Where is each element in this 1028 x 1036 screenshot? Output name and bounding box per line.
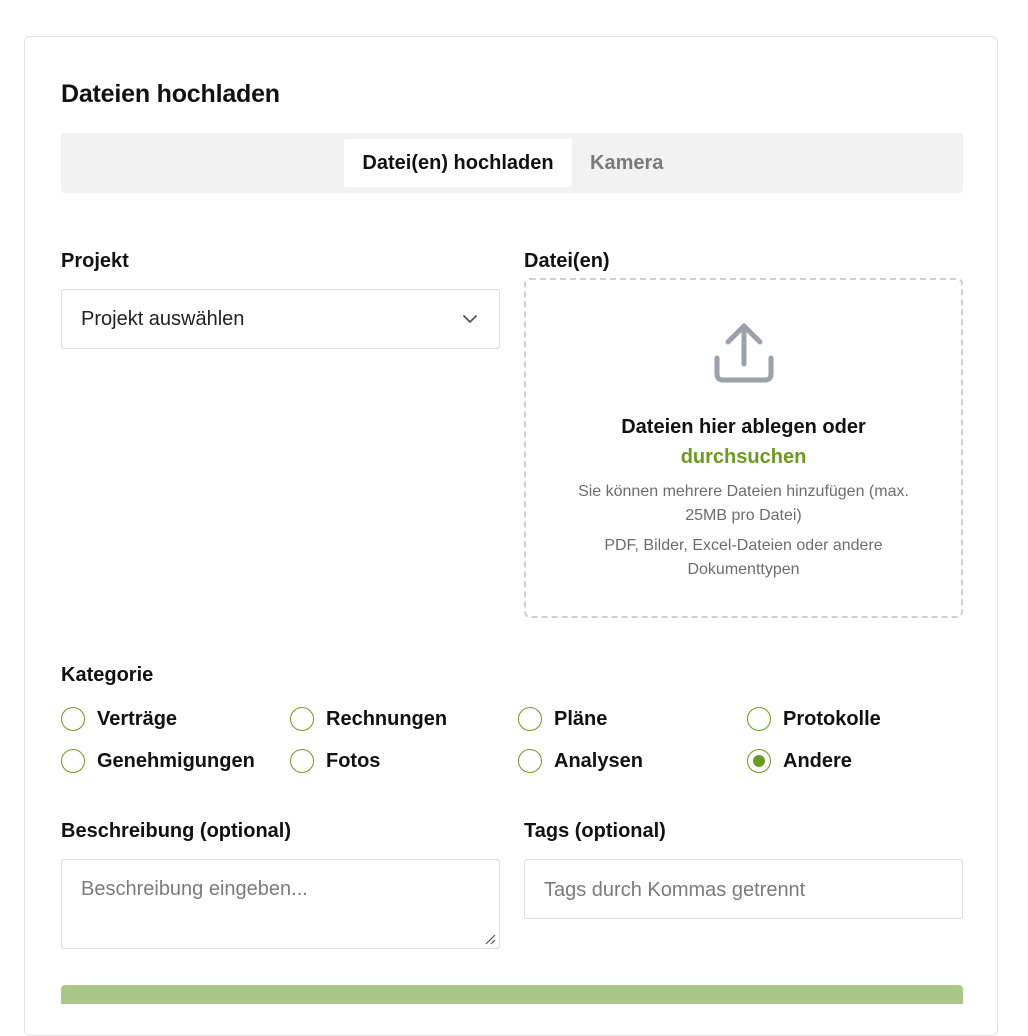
description-label: Beschreibung (optional) — [61, 820, 291, 842]
radio-label: Analysen — [554, 749, 643, 772]
radio-label: Genehmigungen — [97, 749, 255, 772]
browse-link[interactable]: durchsuchen — [526, 446, 961, 469]
tags-input[interactable]: Tags durch Kommas getrennt — [524, 859, 963, 919]
category-option-genehmigungen[interactable]: Genehmigungen — [61, 746, 255, 776]
radio-label: Pläne — [554, 707, 608, 730]
radio-button[interactable] — [61, 749, 85, 773]
category-option-protokolle[interactable]: Protokolle — [747, 704, 881, 734]
category-option-analysen[interactable]: Analysen — [518, 746, 643, 776]
radio-button[interactable] — [747, 707, 771, 731]
project-select[interactable]: Projekt auswählen — [61, 289, 500, 349]
tags-label: Tags (optional) — [524, 820, 666, 842]
radio-button-selected[interactable] — [747, 749, 771, 773]
category-label: Kategorie — [61, 664, 154, 686]
category-option-rechnungen[interactable]: Rechnungen — [290, 704, 447, 734]
tab-camera[interactable]: Kamera — [572, 139, 681, 187]
radio-label: Fotos — [326, 749, 381, 772]
radio-label: Rechnungen — [326, 707, 448, 730]
category-option-plaene[interactable]: Pläne — [518, 704, 607, 734]
tags-placeholder: Tags durch Kommas getrennt — [544, 879, 806, 901]
radio-button[interactable] — [290, 749, 314, 773]
tab-bar: Datei(en) hochladen Kamera — [61, 133, 963, 193]
radio-button[interactable] — [290, 707, 314, 731]
radio-label: Verträge — [97, 707, 178, 730]
category-option-andere[interactable]: Andere — [747, 746, 852, 776]
category-option-fotos[interactable]: Fotos — [290, 746, 380, 776]
files-label: Datei(en) — [524, 250, 610, 272]
project-select-value: Projekt auswählen — [81, 308, 245, 330]
dialog-title: Dateien hochladen — [61, 80, 280, 108]
dropzone-hint-multiple: Sie können mehrere Dateien hinzufügen (m… — [578, 483, 909, 524]
submit-button[interactable] — [61, 985, 963, 1004]
project-label: Projekt — [61, 250, 129, 272]
resize-handle-icon[interactable] — [484, 933, 496, 945]
upload-icon — [714, 323, 774, 383]
radio-button[interactable] — [518, 749, 542, 773]
radio-button[interactable] — [518, 707, 542, 731]
dropzone-text: Dateien hier ablegen oder — [621, 416, 866, 438]
radio-label: Protokolle — [783, 707, 881, 730]
radio-button[interactable] — [61, 707, 85, 731]
chevron-down-icon — [463, 315, 477, 323]
description-placeholder: Beschreibung eingeben... — [81, 878, 308, 900]
file-dropzone[interactable]: Dateien hier ablegen oder durchsuchen Si… — [524, 278, 963, 618]
category-option-vertraege[interactable]: Verträge — [61, 704, 177, 734]
description-textarea[interactable]: Beschreibung eingeben... — [61, 859, 500, 949]
dropzone-hint-types: PDF, Bilder, Excel-Dateien oder andere D… — [604, 537, 883, 578]
tab-file-upload[interactable]: Datei(en) hochladen — [344, 139, 572, 187]
radio-label: Andere — [783, 749, 852, 772]
